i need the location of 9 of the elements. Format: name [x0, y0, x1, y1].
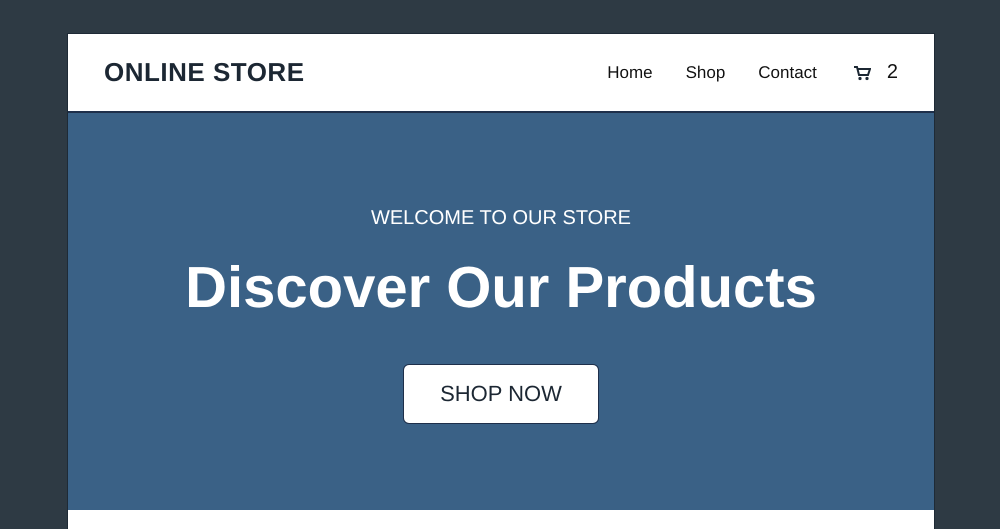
- store-logo[interactable]: ONLINE STORE: [104, 57, 305, 88]
- nav-link[interactable]: Contact: [758, 62, 817, 82]
- cart-icon[interactable]: [852, 64, 871, 80]
- nav-link[interactable]: Home: [607, 62, 653, 82]
- cart-count: 2: [886, 61, 898, 84]
- shop-now-button[interactable]: SHOP NOW: [403, 364, 599, 424]
- hero-title: Discover Our Products: [185, 256, 817, 320]
- hero-subtitle: WELCOME TO OUR STORE: [370, 207, 632, 230]
- nav-link[interactable]: Shop: [686, 62, 726, 82]
